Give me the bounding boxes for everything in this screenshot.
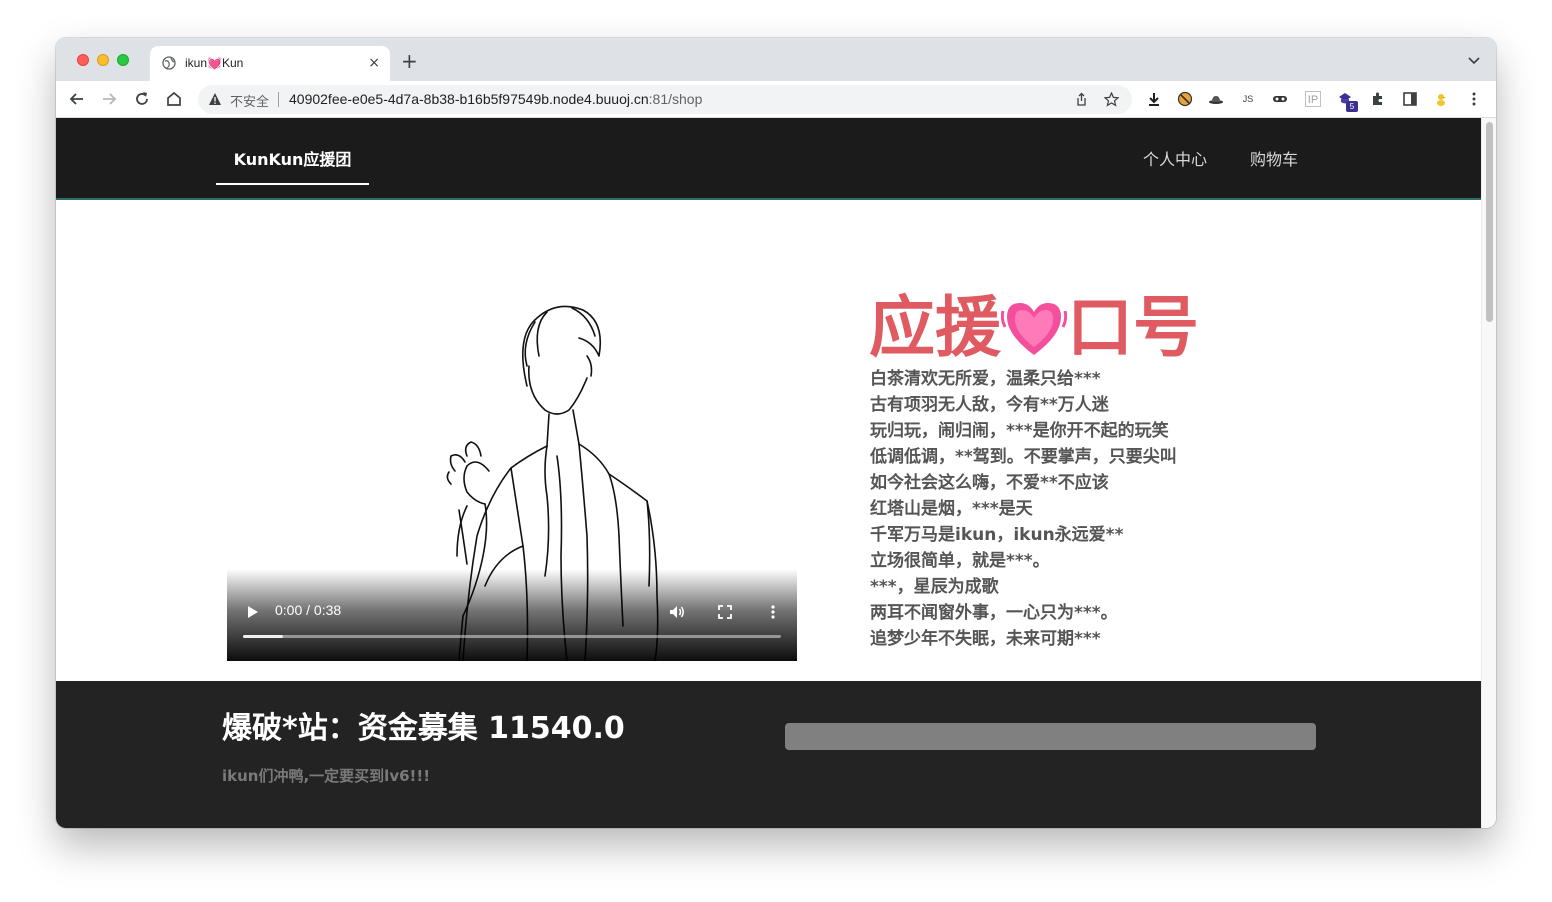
- puzzle-icon[interactable]: [1370, 91, 1386, 107]
- url-host: 40902fee-e0e5-4d7a-8b38-b16b5f97549b.nod…: [289, 91, 649, 107]
- play-icon[interactable]: [245, 605, 259, 619]
- slogan-line: 两耳不闻窗外事，一心只为***。: [870, 603, 1118, 623]
- volume-icon[interactable]: [668, 603, 686, 621]
- close-tab-icon[interactable]: ×: [368, 54, 380, 72]
- warning-icon[interactable]: [208, 92, 222, 106]
- share-icon[interactable]: [1074, 92, 1089, 107]
- tab-title: ikun💓Kun: [185, 56, 244, 70]
- site-navbar: KunKun应援团 个人中心 购物车: [56, 118, 1481, 200]
- url-text[interactable]: 40902fee-e0e5-4d7a-8b38-b16b5f97549b.nod…: [289, 91, 702, 107]
- url-path: :81/shop: [648, 91, 703, 107]
- video-controls: 0:00 / 0:38: [227, 569, 797, 661]
- sidepanel-icon[interactable]: [1402, 91, 1418, 107]
- slogan-heading-left: 应援: [869, 289, 1001, 366]
- reload-icon[interactable]: [133, 90, 151, 108]
- page-viewport: KunKun应援团 个人中心 购物车 0:00 / 0:38 应援 口号 白茶清…: [56, 118, 1481, 828]
- back-icon[interactable]: [68, 90, 86, 108]
- nav-cart[interactable]: 购物车: [1250, 148, 1298, 172]
- home-icon[interactable]: [165, 90, 183, 108]
- close-window-button[interactable]: [77, 54, 89, 66]
- browser-tab[interactable]: ikun💓Kun ×: [150, 46, 390, 81]
- browser-window: ikun💓Kun × + 不安全 40902fee-e0e5-4d7a-8b38…: [56, 38, 1496, 828]
- video-player[interactable]: 0:00 / 0:38: [227, 296, 797, 661]
- scrollbar-thumb[interactable]: [1486, 122, 1493, 322]
- browser-toolbar: 不安全 40902fee-e0e5-4d7a-8b38-b16b5f97549b…: [56, 81, 1496, 118]
- new-tab-button[interactable]: +: [401, 50, 418, 72]
- slogan-line: 追梦少年不失眠，未来可期***: [870, 629, 1101, 649]
- download-icon[interactable]: [1146, 91, 1162, 107]
- forward-icon[interactable]: [100, 90, 118, 108]
- slogan-line: 白茶清欢无所爱，温柔只给***: [870, 369, 1101, 389]
- video-time: 0:00 / 0:38: [275, 602, 342, 618]
- slogan-line: ***，星辰为成歌: [870, 577, 999, 597]
- duck-icon[interactable]: [1433, 91, 1449, 107]
- fullscreen-icon[interactable]: [716, 603, 734, 621]
- globe-icon: [162, 56, 176, 70]
- tab-strip: ikun💓Kun × +: [56, 38, 1496, 81]
- divider: [278, 92, 279, 107]
- video-buffered: [243, 635, 284, 638]
- beating-heart-icon: [1001, 302, 1067, 355]
- minimize-window-button[interactable]: [97, 54, 109, 66]
- nav-profile[interactable]: 个人中心: [1143, 148, 1207, 172]
- slogan-line: 立场很简单，就是***。: [870, 551, 1050, 571]
- slogan-list: 白茶清欢无所爱，温柔只给*** 古有项羽无人敌，今有**万人迷 玩归玩，闹归闹，…: [870, 366, 1177, 652]
- hat-icon[interactable]: [1208, 91, 1224, 107]
- slogan-heading: 应援 口号: [869, 288, 1199, 368]
- slogan-line: 如今社会这么嗨，不爱**不应该: [870, 473, 1109, 493]
- slogan-line: 玩归玩，闹归闹，***是你开不起的玩笑: [870, 421, 1169, 441]
- slogan-line: 红塔山是烟，***是天: [870, 499, 1033, 519]
- fundraising-subtitle: ikun们冲鸭,一定要买到lv6!!!: [222, 767, 431, 785]
- maximize-window-button[interactable]: [117, 54, 129, 66]
- fundraising-progress-bar: [785, 723, 1316, 750]
- more-options-icon[interactable]: [764, 603, 782, 621]
- badge-count: 5: [1346, 101, 1358, 112]
- slogan-line: 低调低调，**驾到。不要掌声，只要尖叫: [870, 447, 1177, 467]
- address-bar[interactable]: 不安全 40902fee-e0e5-4d7a-8b38-b16b5f97549b…: [198, 85, 1132, 114]
- slogan-heading-right: 口号: [1067, 289, 1199, 366]
- chevron-down-icon[interactable]: [1466, 52, 1482, 68]
- js-icon[interactable]: JS: [1240, 91, 1256, 107]
- block-icon[interactable]: [1177, 91, 1193, 107]
- slogan-line: 古有项羽无人敌，今有**万人迷: [870, 395, 1109, 415]
- fundraising-section: 爆破*站：资金募集 11540.0 ikun们冲鸭,一定要买到lv6!!!: [56, 681, 1481, 828]
- mask-icon[interactable]: [1272, 91, 1288, 107]
- menu-icon[interactable]: [1466, 91, 1482, 107]
- ip-icon[interactable]: IP: [1305, 91, 1321, 107]
- brand-link[interactable]: KunKun应援团: [216, 148, 369, 185]
- security-label[interactable]: 不安全: [230, 91, 269, 110]
- bookmark-star-icon[interactable]: [1104, 92, 1119, 107]
- page-scrollbar[interactable]: [1481, 118, 1496, 828]
- slogan-line: 千军万马是ikun，ikun永远爱**: [870, 525, 1124, 545]
- fundraising-title: 爆破*站：资金募集 11540.0: [222, 711, 625, 746]
- video-progress-bar[interactable]: [243, 635, 781, 638]
